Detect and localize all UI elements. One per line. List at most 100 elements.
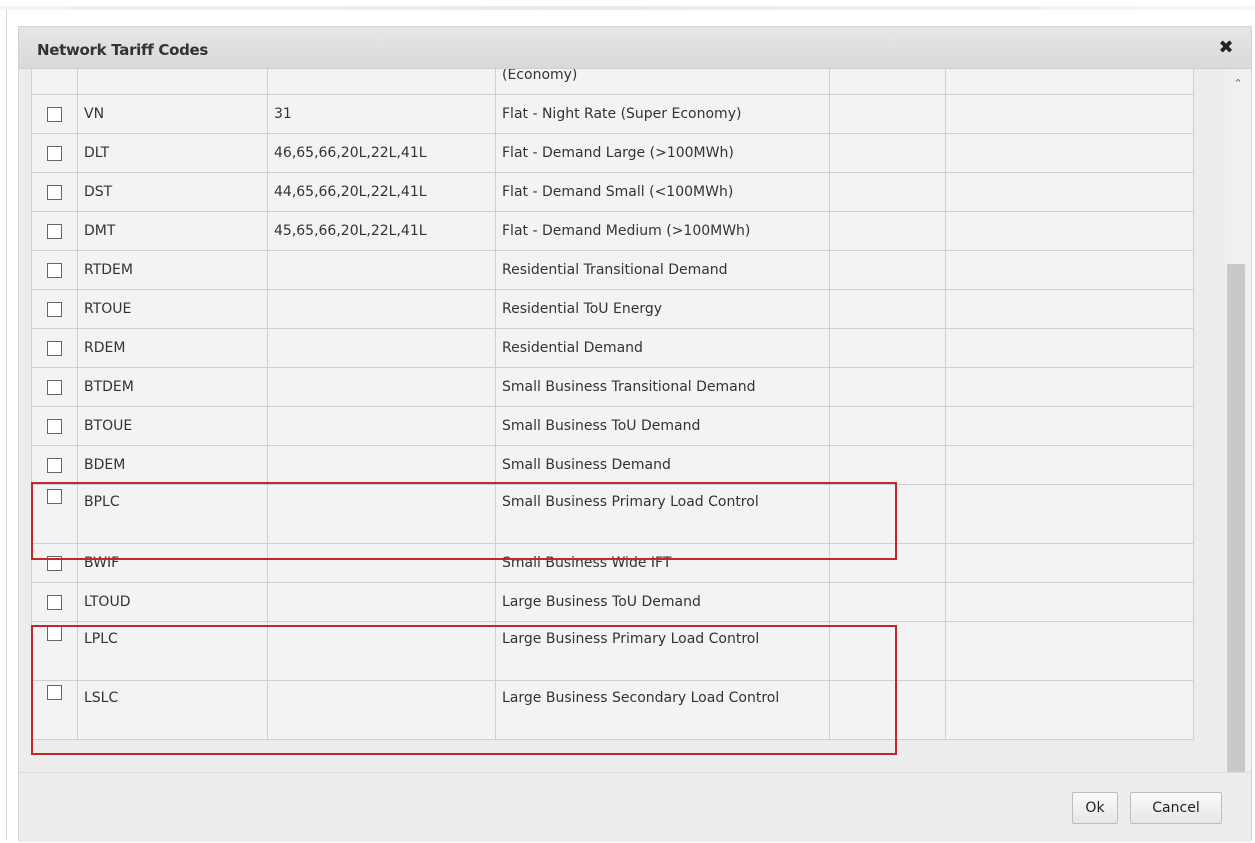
empty-cell — [829, 367, 946, 407]
empty-cell — [829, 680, 946, 740]
table-row[interactable]: BWIF Small Business Wide IFT — [31, 543, 1194, 583]
row-checkbox[interactable] — [47, 223, 62, 239]
row-checkbox-cell — [31, 250, 78, 290]
empty-cell — [829, 543, 946, 583]
network-codes-cell — [267, 484, 496, 544]
tariff-code-cell: RTDEM — [77, 250, 268, 290]
row-checkbox-cell — [31, 445, 78, 485]
empty-cell — [945, 543, 1194, 583]
tariff-description-cell: Residential ToU Energy — [495, 289, 830, 329]
row-checkbox[interactable] — [47, 594, 62, 610]
empty-cell — [945, 94, 1194, 134]
row-checkbox-cell — [31, 172, 78, 212]
table-row[interactable]: RDEM Residential Demand — [31, 328, 1194, 368]
row-checkbox-cell — [31, 133, 78, 173]
row-checkbox[interactable] — [47, 262, 62, 278]
row-checkbox[interactable] — [47, 685, 62, 700]
table-row[interactable]: RTOUE Residential ToU Energy — [31, 289, 1194, 329]
tariff-description-cell: Small Business Wide IFT — [495, 543, 830, 583]
tariff-description-cell: Large Business Secondary Load Control — [495, 680, 830, 740]
row-checkbox-cell — [31, 94, 78, 134]
tariff-code-cell: DLT — [77, 133, 268, 173]
row-checkbox[interactable] — [47, 184, 62, 200]
close-icon[interactable]: ✖ — [1215, 37, 1237, 59]
network-codes-cell — [267, 445, 496, 485]
table-row[interactable]: BDEM Small Business Demand — [31, 445, 1194, 485]
tariff-code-cell: LSLC — [77, 680, 268, 740]
table-row[interactable]: DST 44,65,66,20L,22L,41L Flat - Demand Sma… — [31, 172, 1194, 212]
row-checkbox[interactable] — [47, 555, 62, 571]
empty-cell — [945, 133, 1194, 173]
row-checkbox[interactable] — [47, 379, 62, 395]
tariff-code-cell: RTOUE — [77, 289, 268, 329]
network-codes-cell — [267, 621, 496, 681]
empty-cell — [945, 289, 1194, 329]
tariff-code-cell: BWIF — [77, 543, 268, 583]
table-row[interactable]: LTOUD Large Business ToU Demand — [31, 582, 1194, 622]
network-codes-cell: 45,65,66,20L,22L,41L — [267, 211, 496, 251]
dialog-title: Network Tariff Codes — [37, 41, 209, 59]
row-checkbox[interactable] — [47, 418, 62, 434]
network-codes-cell — [267, 406, 496, 446]
tariff-description-cell: Flat - Night Rate (Super Economy) — [495, 94, 830, 134]
tariff-code-cell: VN — [77, 94, 268, 134]
network-tariff-codes-dialog: Network Tariff Codes ✖ (Economy) VN 31 Flat… — [18, 26, 1252, 842]
network-codes-cell: 46,65,66,20L,22L,41L — [267, 133, 496, 173]
row-checkbox[interactable] — [47, 489, 62, 504]
table-row[interactable]: LSLC Large Business Secondary Load Contro… — [31, 680, 1194, 740]
tariff-description-cell: Residential Demand — [495, 328, 830, 368]
empty-cell — [945, 680, 1194, 740]
table-row[interactable]: DMT 45,65,66,20L,22L,41L Flat - Demand Med… — [31, 211, 1194, 251]
empty-cell — [829, 211, 946, 251]
tariff-code-cell: BPLC — [77, 484, 268, 544]
table-row[interactable]: BTOUE Small Business ToU Demand — [31, 406, 1194, 446]
empty-cell — [945, 582, 1194, 622]
table-row[interactable]: DLT 46,65,66,20L,22L,41L Flat - Demand Lar… — [31, 133, 1194, 173]
tariff-code-cell: RDEM — [77, 328, 268, 368]
network-codes-cell — [267, 543, 496, 583]
row-checkbox[interactable] — [47, 301, 62, 317]
ok-button[interactable]: Ok — [1072, 792, 1118, 824]
tariff-table: (Economy) VN 31 Flat - Night Rate (Super Ec… — [31, 69, 1194, 740]
network-codes-cell — [267, 69, 496, 95]
row-checkbox-cell — [31, 367, 78, 407]
tariff-description-cell: Large Business ToU Demand — [495, 582, 830, 622]
dialog-titlebar: Network Tariff Codes ✖ — [19, 27, 1251, 69]
row-checkbox[interactable] — [47, 106, 62, 122]
row-checkbox[interactable] — [47, 340, 62, 356]
row-checkbox[interactable] — [47, 626, 62, 641]
empty-cell — [829, 406, 946, 446]
row-checkbox[interactable] — [47, 457, 62, 473]
table-row[interactable]: BTDEM Small Business Transitional Demand — [31, 367, 1194, 407]
chevron-up-icon[interactable]: ⌃ — [1225, 73, 1251, 95]
cancel-button[interactable]: Cancel — [1130, 792, 1222, 824]
table-row[interactable]: RTDEM Residential Transitional Demand — [31, 250, 1194, 290]
tariff-description-cell: Flat - Demand Medium (>100MWh) — [495, 211, 830, 251]
empty-cell — [945, 69, 1194, 95]
table-row[interactable]: VN 31 Flat - Night Rate (Super Economy) — [31, 94, 1194, 134]
empty-cell — [829, 621, 946, 681]
table-row[interactable]: BPLC Small Business Primary Load Control — [31, 484, 1194, 544]
row-checkbox-cell — [31, 406, 78, 446]
table-row[interactable]: (Economy) — [31, 69, 1194, 95]
tariff-description-cell: Flat - Demand Large (>100MWh) — [495, 133, 830, 173]
table-row[interactable]: LPLC Large Business Primary Load Control — [31, 621, 1194, 681]
network-codes-cell — [267, 582, 496, 622]
empty-cell — [945, 328, 1194, 368]
vertical-scrollbar[interactable]: ⌃ ⌄ — [1225, 69, 1251, 792]
row-checkbox-cell — [31, 484, 78, 544]
tariff-description-cell: Large Business Primary Load Control — [495, 621, 830, 681]
empty-cell — [829, 133, 946, 173]
scrollbar-thumb[interactable] — [1227, 264, 1245, 779]
tariff-grid-viewport: (Economy) VN 31 Flat - Night Rate (Super Ec… — [31, 69, 1221, 774]
background-frame-left — [6, 10, 7, 840]
row-checkbox[interactable] — [47, 145, 62, 161]
tariff-description-cell: Flat - Demand Small (<100MWh) — [495, 172, 830, 212]
empty-cell — [829, 445, 946, 485]
network-codes-cell — [267, 367, 496, 407]
tariff-description-cell: Small Business ToU Demand — [495, 406, 830, 446]
empty-cell — [945, 484, 1194, 544]
empty-cell — [945, 250, 1194, 290]
row-checkbox-cell — [31, 289, 78, 329]
network-codes-cell — [267, 328, 496, 368]
